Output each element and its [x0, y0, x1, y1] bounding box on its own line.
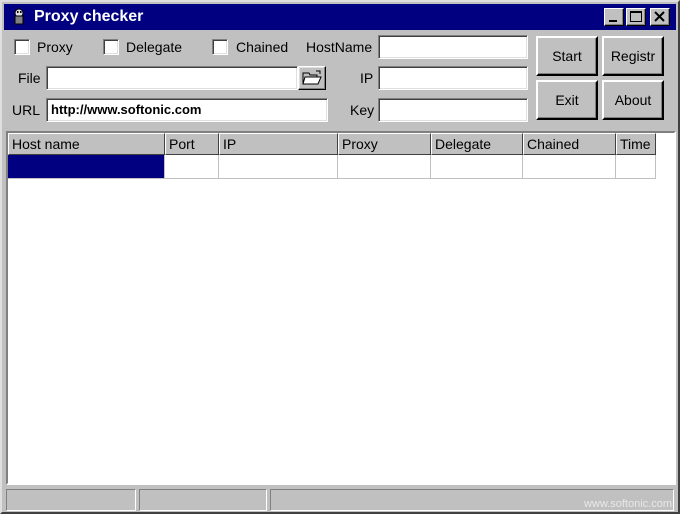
proxy-checker-window: Proxy checker Proxy Delegate Chained Fil… [0, 0, 680, 514]
delegate-label: Delegate [126, 39, 183, 55]
browse-file-button[interactable] [298, 66, 326, 90]
proxy-checkbox[interactable] [14, 39, 30, 55]
column-header-time[interactable]: Time [616, 133, 656, 155]
proxy-checker-app-icon [10, 7, 28, 27]
hostname-label: HostName [306, 39, 373, 55]
table-cell[interactable] [219, 155, 338, 179]
maximize-icon [630, 11, 642, 22]
table-cell[interactable] [523, 155, 616, 179]
title-buttons [604, 8, 670, 26]
results-table[interactable]: Host name Port IP Proxy Delegate Chained… [6, 131, 676, 485]
table-cell[interactable] [338, 155, 431, 179]
register-button[interactable]: Registr [602, 36, 664, 76]
status-panel-1 [6, 489, 136, 511]
minimize-icon [609, 20, 617, 22]
key-field[interactable] [378, 98, 528, 122]
close-button[interactable] [650, 8, 670, 26]
file-label: File [18, 70, 41, 86]
column-header-delegate[interactable]: Delegate [431, 133, 523, 155]
ip-field[interactable] [378, 66, 528, 90]
table-cell[interactable] [165, 155, 219, 179]
maximize-button[interactable] [626, 8, 646, 26]
column-header-port[interactable]: Port [165, 133, 219, 155]
ip-label: IP [360, 70, 374, 86]
window-title: Proxy checker [34, 8, 144, 25]
close-icon [654, 11, 665, 22]
chained-checkbox[interactable] [212, 39, 228, 55]
table-cell[interactable] [431, 155, 523, 179]
start-button[interactable]: Start [536, 36, 598, 76]
url-label: URL [12, 102, 41, 118]
about-button[interactable]: About [602, 80, 664, 120]
file-field[interactable] [46, 66, 298, 90]
minimize-button[interactable] [604, 8, 624, 26]
delegate-checkbox[interactable] [103, 39, 119, 55]
url-field[interactable]: http://www.softonic.com [46, 98, 328, 122]
exit-button[interactable]: Exit [536, 80, 598, 120]
column-header-proxy[interactable]: Proxy [338, 133, 431, 155]
watermark: www.softonic.com [583, 498, 672, 510]
hostname-field[interactable] [378, 35, 528, 59]
key-label: Key [350, 102, 375, 118]
column-header-chained[interactable]: Chained [523, 133, 616, 155]
chained-label: Chained [236, 39, 289, 55]
column-header-host-name[interactable]: Host name [8, 133, 165, 155]
proxy-label: Proxy [37, 39, 73, 55]
table-cell[interactable] [616, 155, 656, 179]
open-folder-icon [302, 70, 322, 85]
table-cell-selected[interactable] [8, 155, 165, 179]
column-header-ip[interactable]: IP [219, 133, 338, 155]
title-bar[interactable]: Proxy checker [4, 4, 676, 30]
status-panel-2 [139, 489, 267, 511]
